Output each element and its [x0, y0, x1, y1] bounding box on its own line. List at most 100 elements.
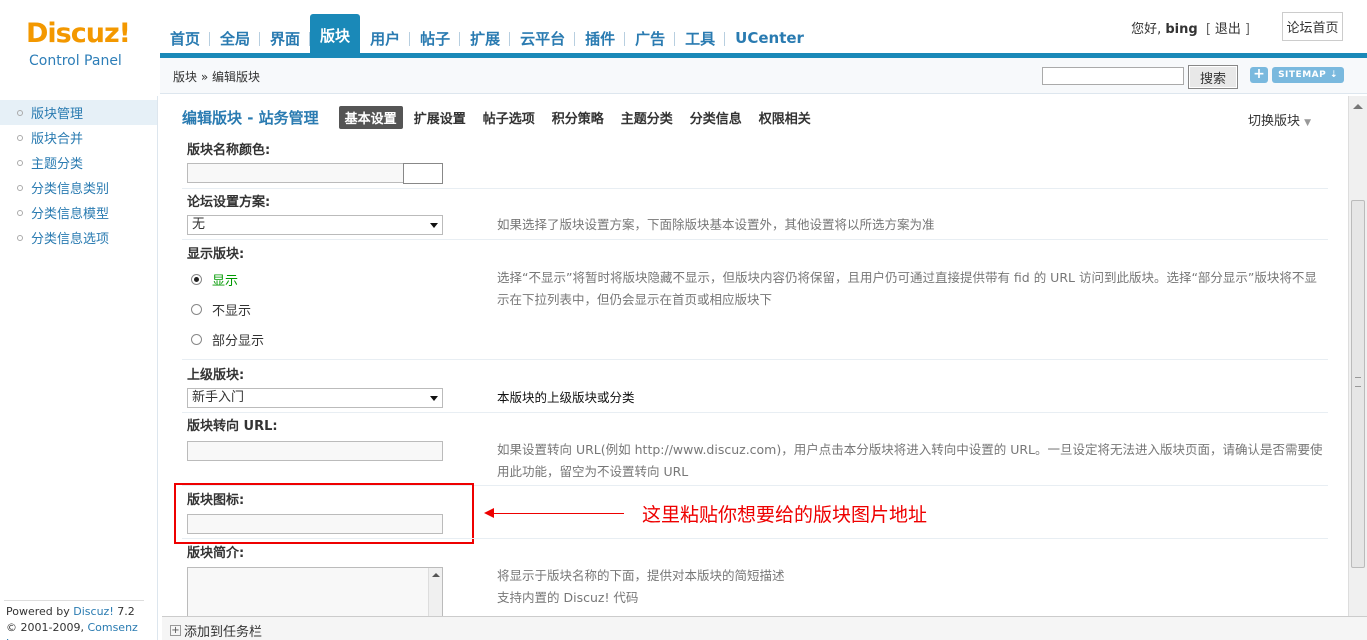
- sub-bar: 版块 » 编辑版块 搜索 + SITEMAP ⇣: [160, 58, 1367, 94]
- dropdown-arrow-icon: [430, 223, 438, 228]
- radio-display-partial[interactable]: 部分显示: [191, 330, 264, 349]
- scheme-select[interactable]: 无: [187, 215, 443, 235]
- parent-selected-value: 新手入门: [192, 390, 245, 405]
- intro-textarea[interactable]: [187, 567, 443, 616]
- sidebar-item-thread-types[interactable]: 主题分类: [0, 150, 157, 175]
- page-scrollbar[interactable]: [1348, 96, 1367, 616]
- sidebar-item-label: 分类信息选项: [31, 232, 110, 247]
- textarea-scrollbar[interactable]: [428, 568, 442, 616]
- sidebar-item-forum-manage[interactable]: 版块管理: [0, 100, 157, 125]
- sidebar-item-label: 主题分类: [31, 157, 84, 172]
- logo[interactable]: Discuz! Control Panel: [0, 0, 160, 96]
- divider: [182, 359, 1328, 360]
- admin-control-panel: Discuz! Control Panel 首页 全局 界面 版块 用户 帖子 …: [0, 0, 1367, 640]
- powered-version: 7.2: [117, 605, 135, 618]
- powered-brand-link[interactable]: Discuz!: [73, 605, 117, 618]
- nav-tab-plugins[interactable]: 插件: [575, 20, 626, 56]
- color-picker[interactable]: [403, 163, 443, 184]
- bullet-icon: [17, 134, 23, 141]
- radio-unchecked-icon: [191, 304, 202, 315]
- tab-extended-settings[interactable]: 扩展设置: [408, 106, 472, 129]
- tab-thread-types[interactable]: 主题分类: [615, 106, 679, 129]
- scroll-up-icon[interactable]: [1353, 104, 1363, 109]
- nav-tab-forums[interactable]: 版块: [310, 14, 361, 56]
- user-bar: 您好, bing [退出]: [1131, 22, 1250, 37]
- sitemap-button[interactable]: SITEMAP ⇣: [1272, 67, 1344, 83]
- copyright-text: © 2001-2009,: [6, 621, 88, 634]
- bullet-icon: [17, 209, 23, 216]
- switch-forum-label: 切换版块: [1248, 114, 1301, 129]
- dropdown-arrow-icon: [430, 396, 438, 401]
- annotation-text: 这里粘贴你想要给的版块图片地址: [642, 504, 928, 526]
- main-nav: 首页 全局 界面 版块 用户 帖子 扩展 云平台 插件 广告 工具 UCente…: [160, 14, 814, 56]
- divider: [4, 600, 144, 601]
- parent-label: 上级版块:: [187, 368, 245, 383]
- tab-basic-settings[interactable]: 基本设置: [338, 106, 403, 129]
- radio-unchecked-icon: [191, 334, 202, 345]
- color-label: 版块名称颜色:: [187, 143, 271, 158]
- sitemap-label: SITEMAP: [1278, 70, 1327, 80]
- intro-hint-1: 将显示于版块名称的下面，提供对本版块的简短描述: [497, 568, 785, 583]
- scheme-selected-value: 无: [192, 217, 206, 232]
- nav-tab-posts[interactable]: 帖子: [410, 20, 461, 56]
- sidebar-item-label: 分类信息模型: [31, 207, 110, 222]
- search-button[interactable]: 搜索: [1188, 65, 1238, 89]
- radio-label: 显示: [212, 274, 239, 289]
- scheme-label: 论坛设置方案:: [187, 195, 271, 210]
- parent-select[interactable]: 新手入门: [187, 388, 443, 408]
- sidebar-item-sort-model[interactable]: 分类信息模型: [0, 200, 157, 225]
- scrollbar-thumb[interactable]: [1351, 200, 1365, 568]
- greeting: 您好,: [1131, 22, 1162, 37]
- powered-by: Powered by Discuz! 7.2 © 2001-2009, Coms…: [6, 604, 157, 640]
- switch-forum-dropdown[interactable]: 切换版块 ▼: [1248, 110, 1311, 129]
- nav-tab-extend[interactable]: 扩展: [460, 20, 511, 56]
- add-to-taskbar-button[interactable]: + 添加到任务栏: [170, 621, 262, 640]
- scheme-hint: 如果选择了版块设置方案，下面除版块基本设置外，其他设置将以所选方案为准: [497, 217, 935, 232]
- intro-label: 版块简介:: [187, 546, 245, 561]
- nav-tab-ucenter[interactable]: UCenter: [725, 20, 814, 56]
- tab-credit-policy[interactable]: 积分策略: [546, 106, 610, 129]
- radio-display-show[interactable]: 显示: [191, 270, 238, 289]
- nav-tab-cloud[interactable]: 云平台: [510, 20, 576, 56]
- bullet-icon: [17, 159, 23, 166]
- redirect-label: 版块转向 URL:: [187, 419, 278, 434]
- page-header: 编辑版块 - 站务管理 基本设置 扩展设置 帖子选项 积分策略 主题分类 分类信…: [182, 106, 822, 129]
- annotation-arrow-line: [488, 513, 624, 514]
- parent-hint: 本版块的上级版块或分类: [497, 390, 635, 405]
- display-label: 显示版块:: [187, 247, 245, 262]
- redirect-url-input[interactable]: [187, 441, 443, 461]
- chevron-down-icon: ▼: [1304, 118, 1312, 128]
- tab-permissions[interactable]: 权限相关: [753, 106, 817, 129]
- bullet-icon: [17, 234, 23, 241]
- nav-tab-interface[interactable]: 界面: [260, 20, 311, 56]
- nav-tab-home[interactable]: 首页: [160, 20, 211, 56]
- forum-home-button[interactable]: 论坛首页: [1282, 12, 1343, 41]
- nav-tab-tools[interactable]: 工具: [675, 20, 726, 56]
- tab-sort-info[interactable]: 分类信息: [684, 106, 748, 129]
- bullet-icon: [17, 109, 23, 116]
- nav-tab-users[interactable]: 用户: [360, 20, 411, 56]
- sidebar-item-sort-category[interactable]: 分类信息类别: [0, 175, 157, 200]
- sidebar-item-label: 版块管理: [31, 107, 84, 122]
- search-input[interactable]: [1042, 67, 1184, 85]
- tab-post-options[interactable]: 帖子选项: [477, 106, 541, 129]
- logout-link[interactable]: 退出: [1215, 22, 1241, 37]
- nav-tab-ads[interactable]: 广告: [625, 20, 676, 56]
- sidebar-item-forum-merge[interactable]: 版块合并: [0, 125, 157, 150]
- nav-tab-global[interactable]: 全局: [210, 20, 261, 56]
- display-hint: 选择“不显示”将暂时将版块隐藏不显示，但版块内容仍将保留，且用户仍可通过直接提供…: [497, 270, 1317, 307]
- add-shortcut-icon[interactable]: +: [1250, 67, 1268, 83]
- page-title: 编辑版块 - 站务管理: [182, 109, 319, 127]
- radio-label: 部分显示: [212, 334, 265, 349]
- logo-subtitle: Control Panel: [29, 53, 122, 69]
- sidebar-item-label: 分类信息类别: [31, 182, 110, 197]
- divider: [182, 538, 1328, 539]
- logo-brand: Discuz!: [26, 18, 131, 49]
- intro-hint-2: 支持内置的 Discuz! 代码: [497, 590, 639, 605]
- divider: [182, 412, 1328, 413]
- plus-icon: +: [170, 625, 181, 636]
- sidebar-item-sort-option[interactable]: 分类信息选项: [0, 225, 157, 250]
- radio-display-hide[interactable]: 不显示: [191, 300, 251, 319]
- divider: [182, 188, 1328, 189]
- sidebar-item-label: 版块合并: [31, 132, 84, 147]
